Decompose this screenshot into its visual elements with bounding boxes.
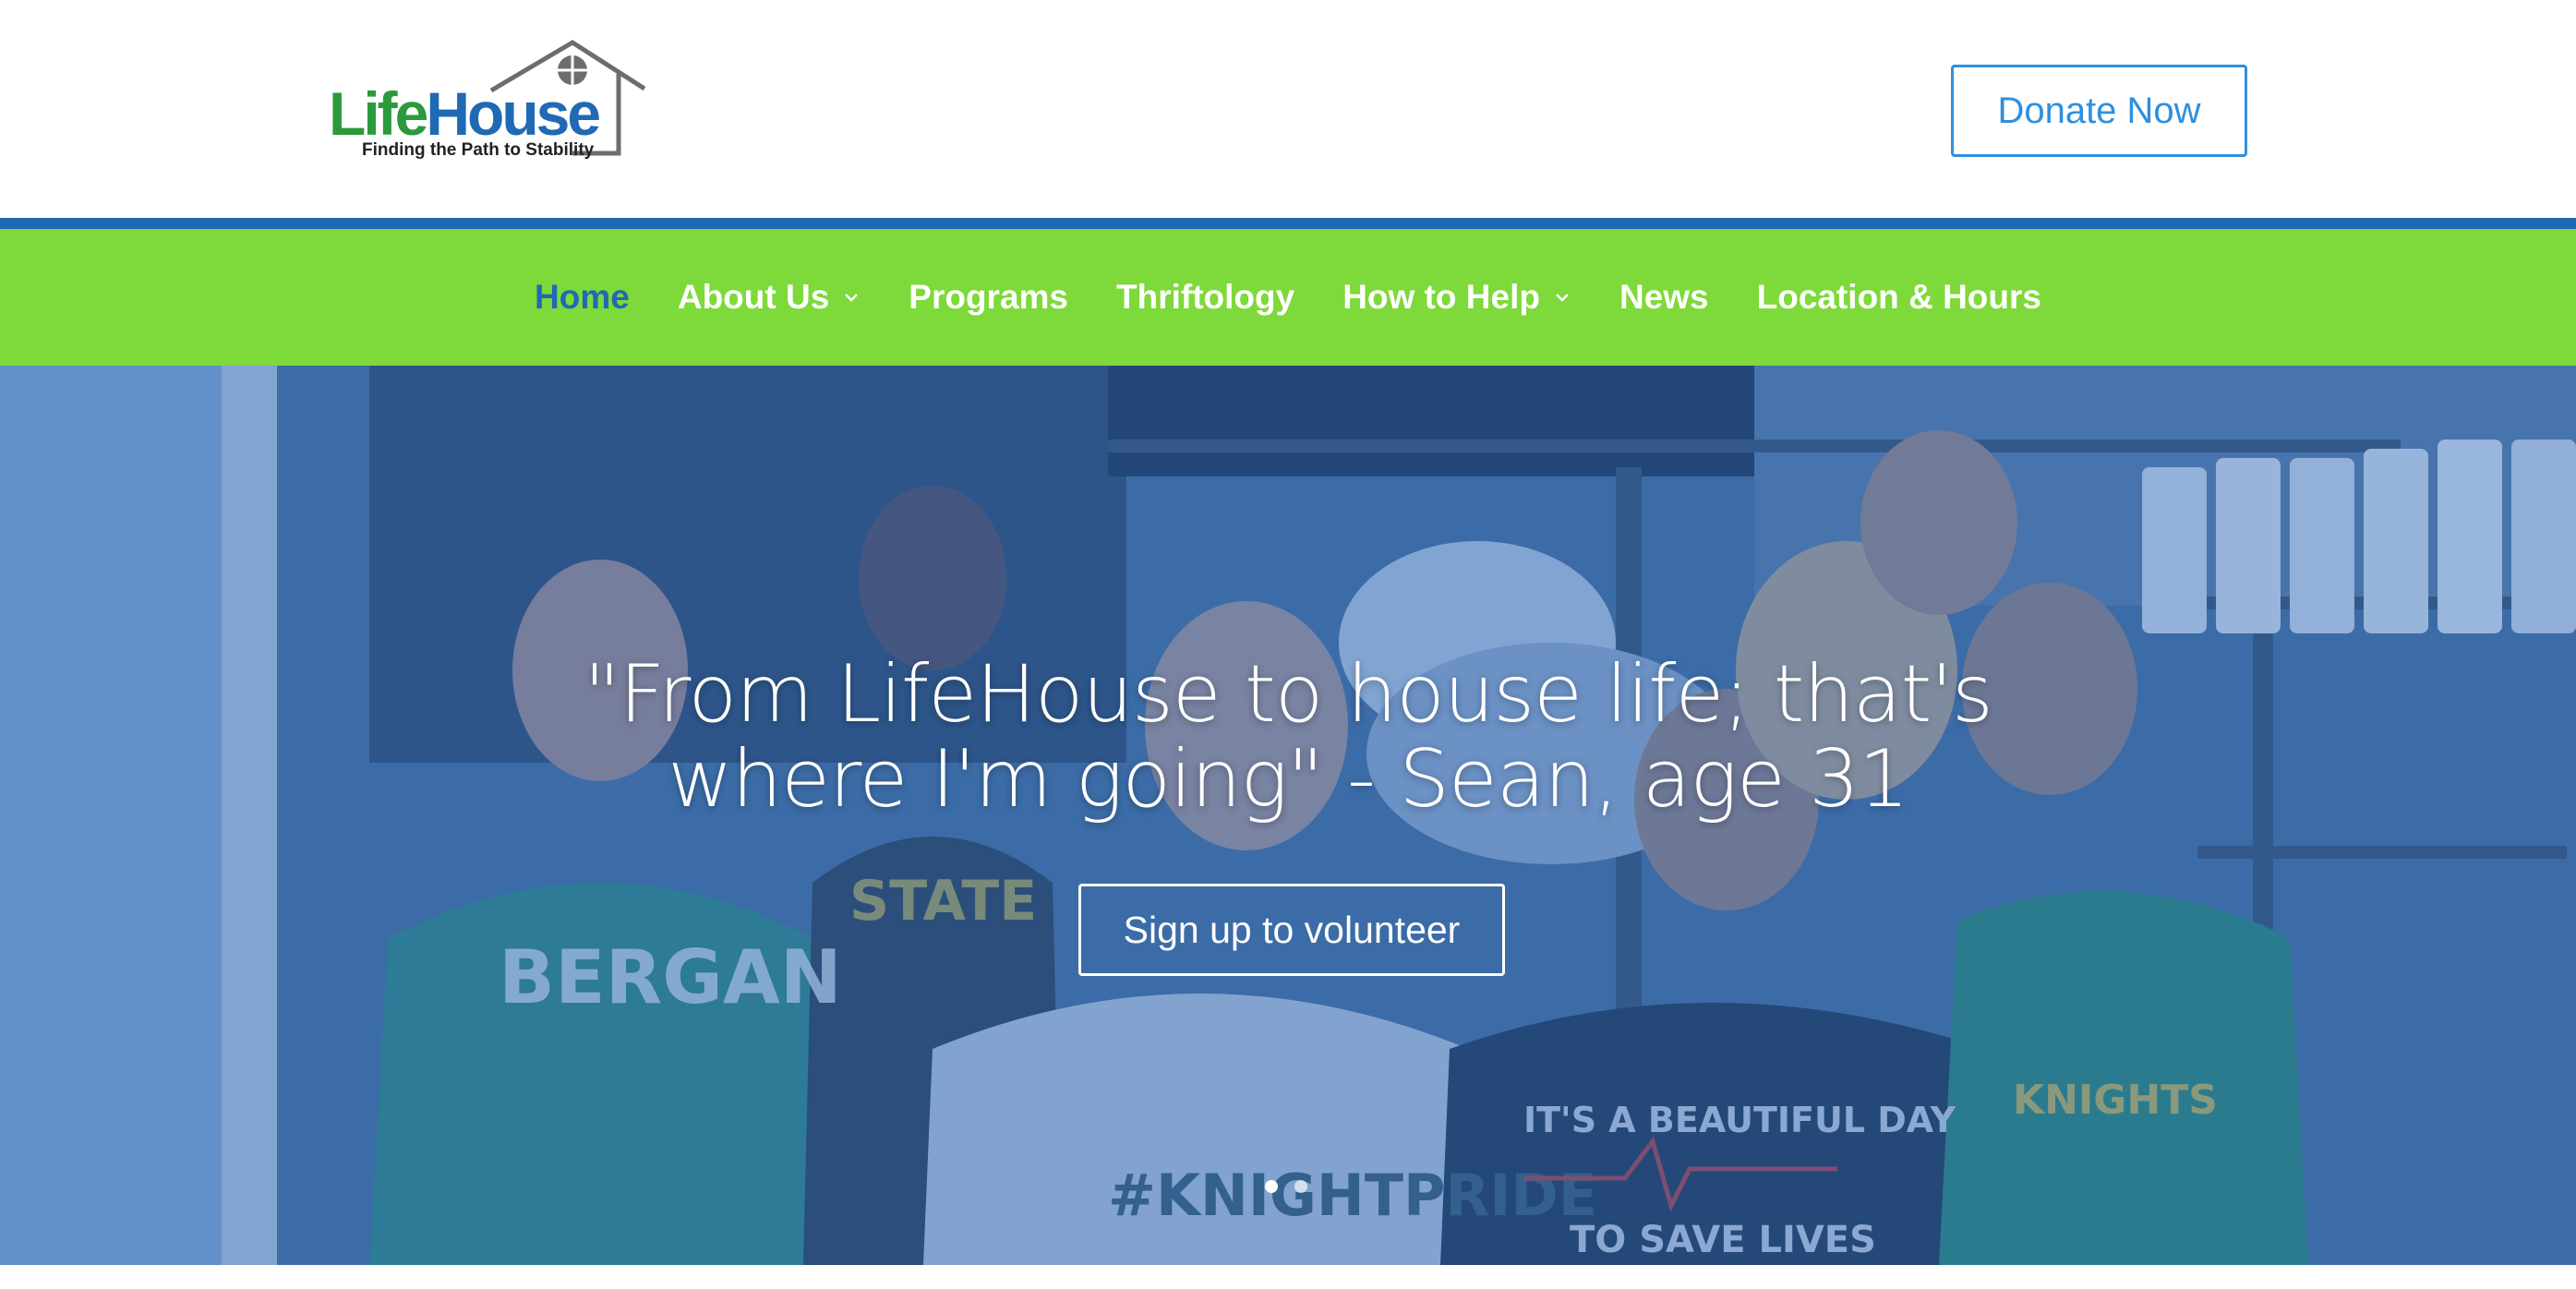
nav-item-label: News [1619,278,1709,316]
nav-item-label: Home [535,278,630,316]
hero-quote: "From LifeHouse to house life; that's wh… [365,652,2211,822]
logo-wordmark: LifeHouse [329,83,601,144]
nav-item-location-hours[interactable]: Location & Hours [1757,278,2041,317]
hero-quote-line-1: "From LifeHouse to house life; that's [584,648,1993,741]
slider-dot-1[interactable] [1265,1180,1278,1193]
nav-item-label: How to Help [1342,278,1540,316]
slider-dot-2[interactable] [1294,1180,1307,1193]
page-bottom-edge [0,1265,2576,1289]
hero-slider: BERGAN STATE #KNIGHTPRIDE IT'S A BEAUTIF… [0,366,2576,1265]
site-header: LifeHouse Finding the Path to Stability … [0,0,2576,220]
logo-tagline: Finding the Path to Stability [362,140,595,160]
donate-now-button[interactable]: Donate Now [1951,65,2247,157]
nav-item-label: About Us [677,278,830,316]
hero-quote-line-2: where I'm going" - Sean, age 31 [668,733,1908,825]
main-navigation: Home About Us Programs Thriftology How to He… [0,229,2576,366]
header-divider [0,218,2576,229]
logo-word-life: Life [329,79,428,148]
nav-item-about-us[interactable]: About Us [678,278,861,317]
nav-menu: Home About Us Programs Thriftology How to He… [0,229,2576,366]
nav-item-label: Programs [909,278,1069,316]
nav-item-label: Location & Hours [1756,278,2041,316]
nav-item-thriftology[interactable]: Thriftology [1116,278,1294,317]
chevron-down-icon [845,294,859,302]
nav-item-news[interactable]: News [1619,278,1709,317]
nav-item-how-to-help[interactable]: How to Help [1342,278,1571,317]
chevron-down-icon [1556,294,1569,302]
nav-item-home[interactable]: Home [535,278,630,317]
nav-item-programs[interactable]: Programs [909,278,1068,317]
slider-pagination [1265,1180,1307,1193]
lifehouse-logo[interactable]: LifeHouse Finding the Path to Stability [325,37,657,175]
nav-item-label: Thriftology [1116,278,1295,316]
logo-word-house: House [426,79,601,148]
sign-up-volunteer-button[interactable]: Sign up to volunteer [1078,884,1505,976]
